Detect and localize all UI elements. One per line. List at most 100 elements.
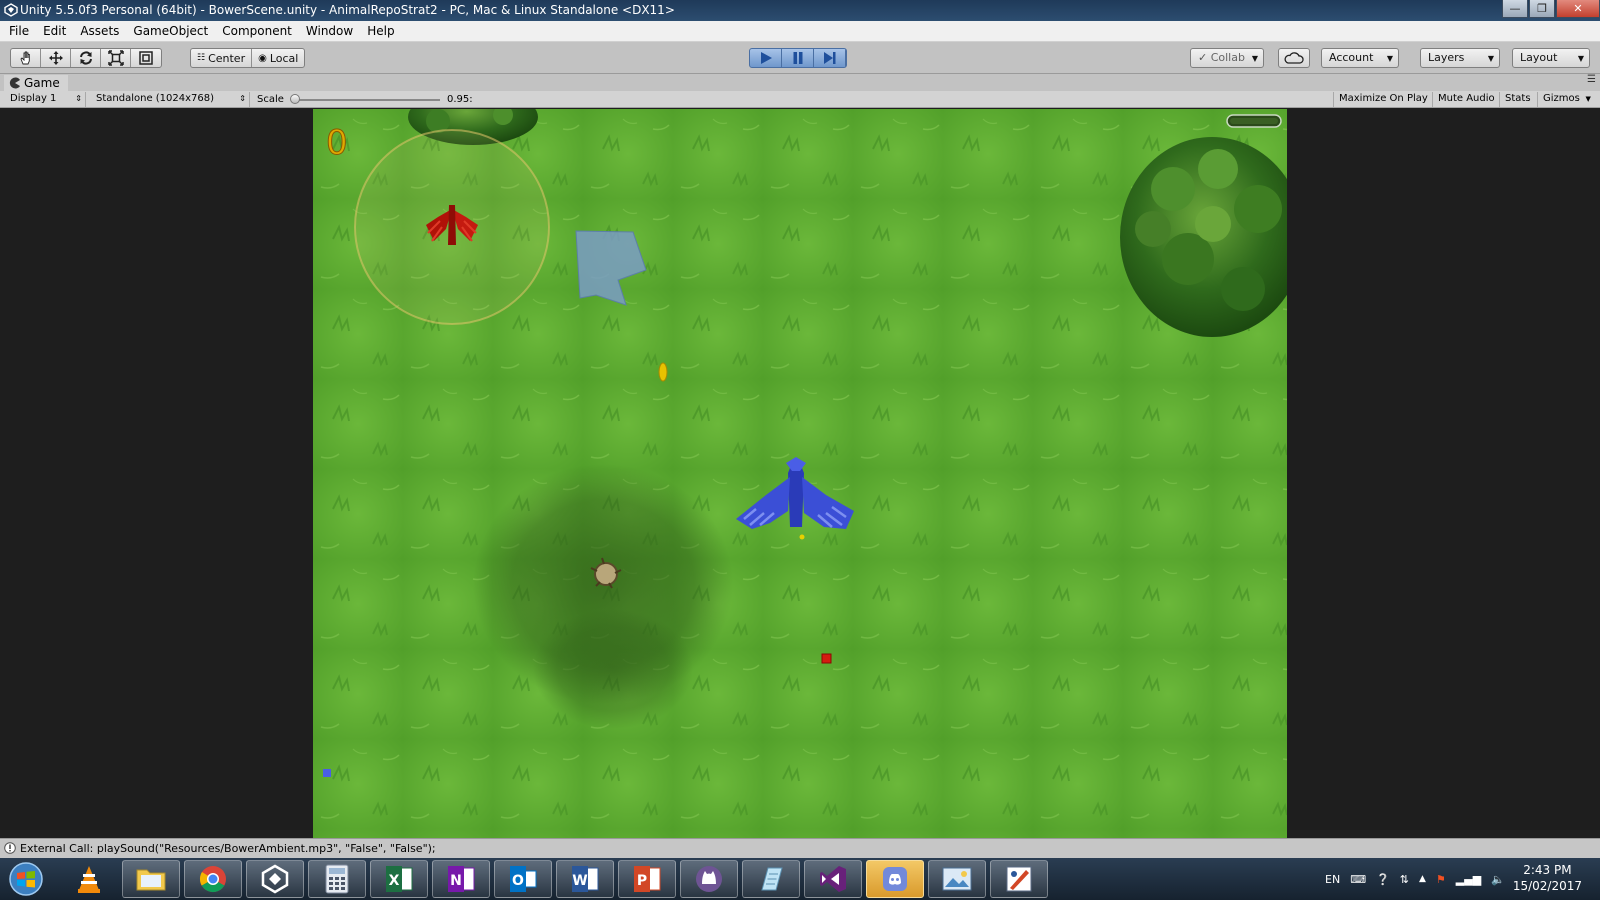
display-label: Display 1	[10, 93, 57, 104]
outlook-icon[interactable]: O	[494, 860, 552, 898]
resolution-label: Standalone (1024x768)	[96, 93, 215, 104]
console-status-bar[interactable]: External Call: playSound("Resources/Bowe…	[0, 838, 1600, 858]
language-indicator[interactable]: EN	[1325, 873, 1340, 886]
gizmos-dropdown[interactable]: Gizmos ▼	[1537, 92, 1594, 107]
svg-text:X: X	[389, 873, 400, 889]
maximize-on-play-toggle[interactable]: Maximize On Play	[1333, 92, 1433, 107]
game-viewport[interactable]: 0	[313, 109, 1287, 838]
photos-icon[interactable]	[928, 860, 986, 898]
taskbar: X N O W P EN ⌨ ❔ ⇅ ▲ ⚑ ▂▄▆ 🔈 2:43 PM 15/	[0, 858, 1600, 900]
restore-button[interactable]: ❐	[1529, 0, 1555, 18]
keyboard-icon[interactable]: ⌨	[1350, 873, 1366, 886]
rotate-tool-button[interactable]	[71, 49, 101, 67]
paint-icon[interactable]	[990, 860, 1048, 898]
checkmark-icon: ✓	[1198, 51, 1208, 64]
scale-slider-track[interactable]	[292, 99, 440, 101]
blue-collectible[interactable]	[323, 769, 331, 777]
grass-field: 0	[313, 109, 1287, 838]
seed-item[interactable]	[658, 362, 668, 382]
menu-gameobject[interactable]: GameObject	[126, 21, 215, 41]
svg-text:P: P	[637, 873, 647, 889]
move-tool-button[interactable]	[41, 49, 71, 67]
pivot-center-button[interactable]: ☷ Center	[191, 49, 253, 67]
clock[interactable]: 2:43 PM 15/02/2017	[1513, 862, 1582, 894]
display-dropdown[interactable]: Display 1 ⇕	[6, 92, 86, 107]
gizmos-label: Gizmos	[1543, 93, 1580, 104]
rotate-icon	[79, 51, 92, 65]
cloud-icon	[1284, 52, 1304, 64]
tab-game[interactable]: Game	[4, 75, 68, 91]
layout-dropdown[interactable]: Layout ▼	[1512, 48, 1590, 68]
action-center-flag-icon[interactable]: ⚑	[1436, 873, 1446, 886]
excel-icon[interactable]: X	[370, 860, 428, 898]
console-message: External Call: playSound("Resources/Bowe…	[20, 842, 436, 855]
help-icon[interactable]: ❔	[1376, 873, 1390, 886]
game-tab-bar: Game ☰	[0, 74, 1600, 91]
menu-help[interactable]: Help	[360, 21, 401, 41]
close-button[interactable]: ✕	[1556, 0, 1600, 18]
scale-value: 0.95:	[447, 94, 473, 105]
game-view-controls: Display 1 ⇕ Standalone (1024x768) ⇕ Scal…	[0, 91, 1600, 108]
collab-dropdown[interactable]: ✓ Collab ▼	[1190, 48, 1264, 68]
mute-audio-toggle[interactable]: Mute Audio	[1432, 92, 1500, 107]
layers-dropdown[interactable]: Layers ▼	[1420, 48, 1500, 68]
account-label: Account	[1329, 51, 1374, 64]
onenote-icon[interactable]: N	[432, 860, 490, 898]
vlc-icon[interactable]	[60, 860, 118, 898]
updown-icon: ⇕	[75, 94, 82, 103]
pause-icon	[793, 52, 802, 64]
info-icon	[4, 842, 16, 854]
stats-toggle[interactable]: Stats	[1499, 92, 1536, 107]
powerpoint-icon[interactable]: P	[618, 860, 676, 898]
rect-tool-button[interactable]	[131, 49, 161, 67]
menu-edit[interactable]: Edit	[36, 21, 73, 41]
score-text: 0	[326, 123, 348, 163]
panel-menu-icon[interactable]: ☰	[1587, 74, 1596, 85]
transform-tools	[10, 48, 162, 68]
calculator-icon[interactable]	[308, 860, 366, 898]
show-hidden-icons-icon[interactable]: ▲	[1419, 874, 1426, 884]
move-icon	[48, 51, 63, 65]
tab-game-label: Game	[24, 76, 60, 90]
step-button[interactable]	[814, 49, 846, 67]
chevron-down-icon: ▼	[1487, 54, 1494, 63]
pause-button[interactable]	[782, 49, 814, 67]
minimize-button[interactable]: —	[1502, 0, 1528, 18]
account-dropdown[interactable]: Account ▼	[1321, 48, 1399, 68]
chevron-down-icon: ▼	[1585, 95, 1591, 103]
network-share-icon[interactable]: ⇅	[1400, 873, 1409, 886]
local-space-icon: ◉	[258, 52, 267, 64]
visual-studio-icon[interactable]	[804, 860, 862, 898]
hand-tool-button[interactable]	[11, 49, 41, 67]
play-button[interactable]	[750, 49, 782, 67]
scale-icon	[107, 50, 124, 66]
notepad-icon[interactable]	[742, 860, 800, 898]
scale-tool-button[interactable]	[101, 49, 131, 67]
word-icon[interactable]: W	[556, 860, 614, 898]
menu-file[interactable]: File	[2, 21, 36, 41]
file-explorer-icon[interactable]	[122, 860, 180, 898]
restore-icon: ❐	[1537, 1, 1547, 15]
close-icon: ✕	[1573, 1, 1583, 15]
red-collectible[interactable]	[821, 653, 832, 664]
pacman-icon	[9, 77, 20, 89]
chrome-icon[interactable]	[184, 860, 242, 898]
pivot-center-label: Center	[208, 51, 246, 65]
pivot-local-button[interactable]: ◉ Local	[252, 49, 304, 67]
pivot-local-label: Local	[269, 51, 299, 65]
scale-slider-thumb[interactable]	[290, 94, 300, 104]
signal-bars-icon[interactable]: ▂▄▆	[1456, 873, 1481, 886]
cloud-button[interactable]	[1278, 48, 1310, 68]
unity-icon[interactable]	[246, 860, 304, 898]
menu-assets[interactable]: Assets	[73, 21, 126, 41]
menu-component[interactable]: Component	[215, 21, 299, 41]
chevron-down-icon: ▼	[1577, 54, 1584, 63]
github-desktop-icon[interactable]	[680, 860, 738, 898]
menu-window[interactable]: Window	[299, 21, 360, 41]
volume-icon[interactable]: 🔈	[1491, 873, 1505, 886]
unity-icon	[4, 3, 18, 17]
resolution-dropdown[interactable]: Standalone (1024x768) ⇕	[92, 92, 250, 107]
start-button-icon[interactable]	[6, 860, 46, 898]
discord-icon[interactable]	[866, 860, 924, 898]
chevron-down-icon: ▼	[1251, 54, 1258, 63]
